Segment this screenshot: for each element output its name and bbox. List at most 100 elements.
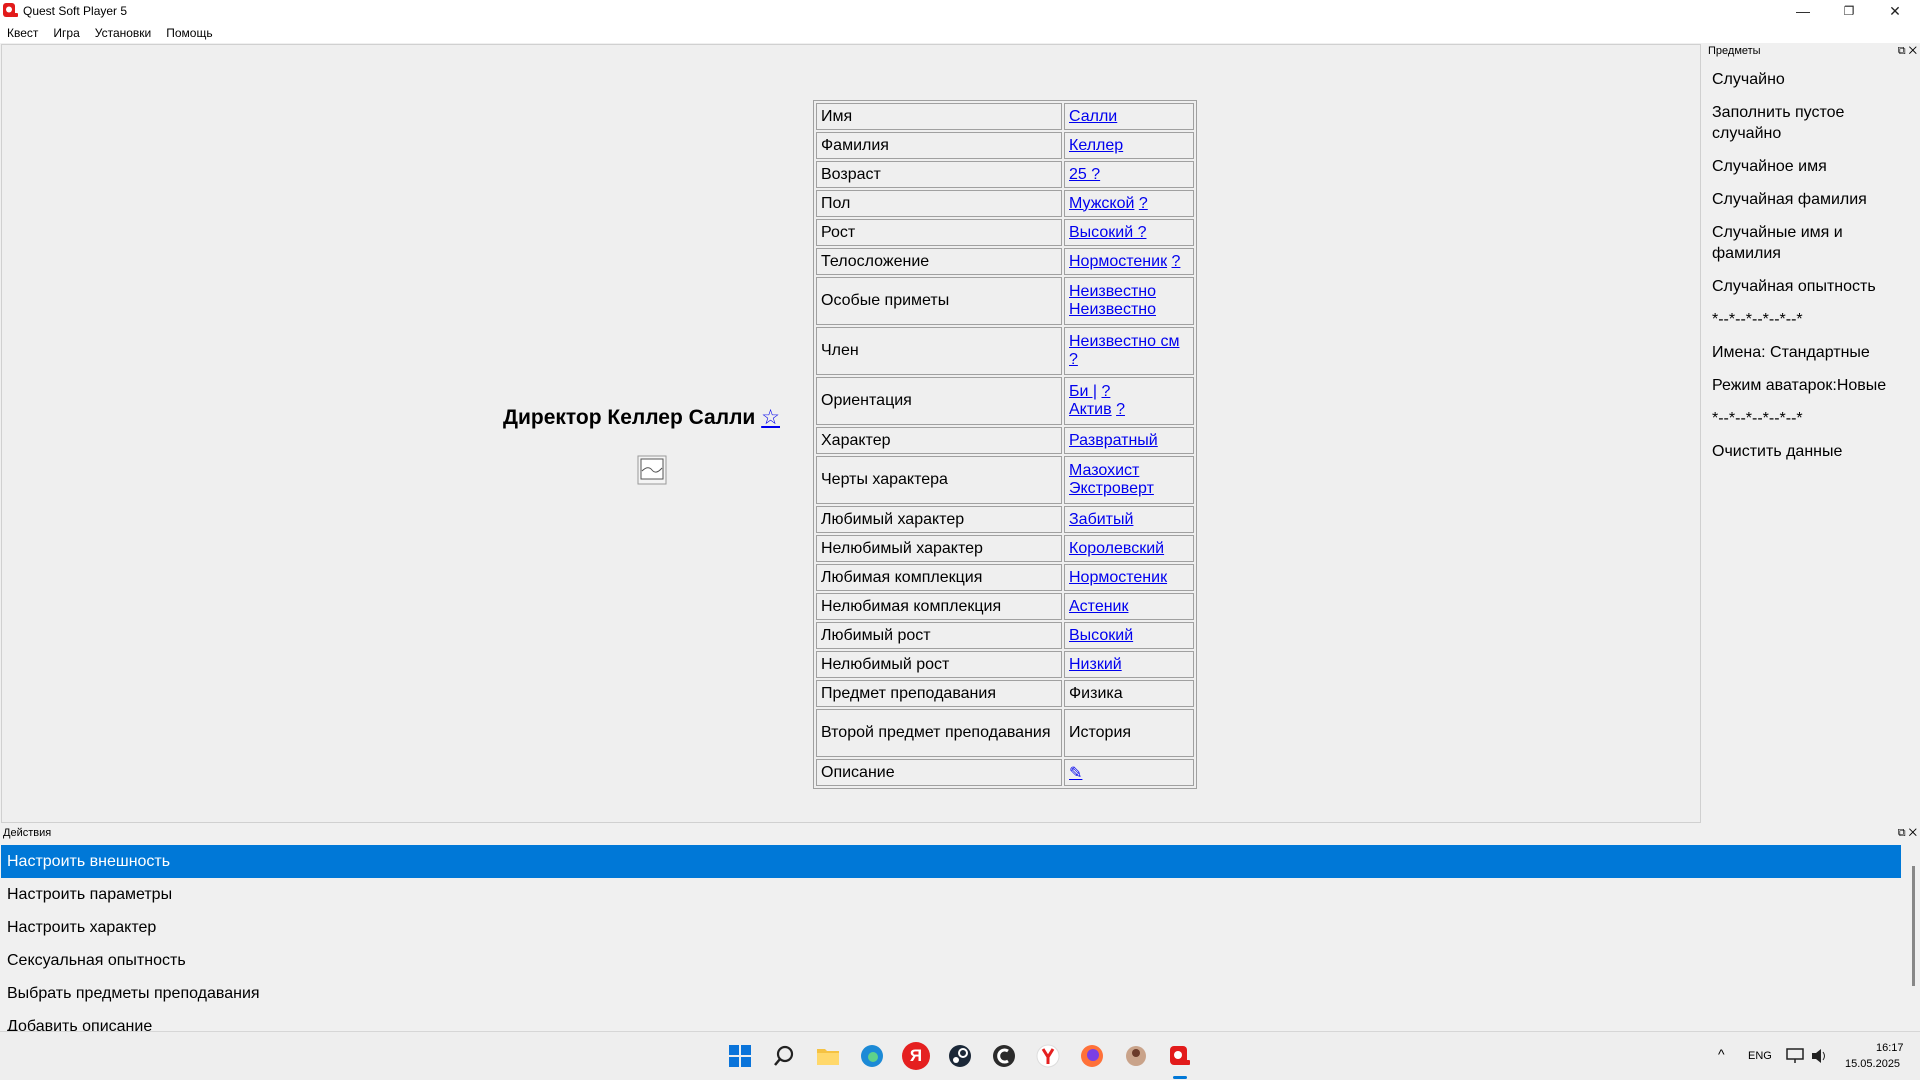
actions-list: Настроить внешность Настроить параметры … — [1, 845, 1901, 1031]
table-row: Черты характера Мазохист Экстроверт — [816, 456, 1194, 504]
favorite-star-link[interactable]: ☆ — [761, 406, 780, 429]
objects-panel-header: Предметы ⧉ ✕ — [1705, 44, 1920, 58]
character-name-text: Директор Келлер Салли — [503, 406, 756, 429]
attr-key: Возраст — [816, 161, 1062, 188]
attr-value-link[interactable]: Королевский — [1069, 540, 1164, 557]
attr-value2-link[interactable]: Актив — [1069, 401, 1112, 418]
network-icon[interactable] — [1784, 1045, 1806, 1067]
edge-browser-icon[interactable] — [858, 1042, 886, 1070]
attr-hint-link[interactable]: ? — [1069, 351, 1078, 368]
attr-value-text: Физика — [1064, 680, 1194, 707]
attr-value-link[interactable]: Неизвестно — [1069, 283, 1156, 300]
file-explorer-icon[interactable] — [814, 1042, 842, 1070]
attr-value-link[interactable]: Неизвестно см — [1069, 333, 1179, 350]
attr-value-link[interactable]: Салли — [1069, 108, 1117, 125]
avatar-placeholder-icon[interactable] — [637, 455, 667, 485]
attr-hint-link[interactable]: ? — [1139, 195, 1148, 212]
table-row: Член Неизвестно см? — [816, 327, 1194, 375]
attr-key: Любимая комплекция — [816, 564, 1062, 591]
attr-key: Черты характера — [816, 456, 1062, 504]
attr-value-link[interactable]: Высокий — [1069, 627, 1133, 644]
yandex-browser-icon[interactable] — [1034, 1042, 1062, 1070]
yandex-icon[interactable]: Я — [902, 1042, 930, 1070]
objects-panel: Предметы ⧉ ✕ Случайно Заполнить пустое с… — [1705, 44, 1920, 823]
float-panel-icon[interactable]: ⧉ — [1898, 45, 1906, 57]
action-item-parameters[interactable]: Настроить параметры — [1, 878, 1901, 911]
close-panel-icon[interactable]: ✕ — [1909, 45, 1917, 57]
attr-value-link[interactable]: Нормостеник — [1069, 253, 1167, 270]
attr-value-link[interactable]: Высокий ? — [1069, 224, 1146, 241]
edit-description-icon[interactable]: ✎ — [1069, 765, 1082, 782]
close-button[interactable]: ✕ — [1872, 0, 1918, 22]
close-panel-icon[interactable]: ✕ — [1909, 827, 1917, 839]
attr-value-link[interactable]: Низкий — [1069, 656, 1122, 673]
attr-hint-link[interactable]: ? — [1172, 253, 1181, 270]
attr-value-link[interactable]: Мазохист — [1069, 462, 1139, 479]
attr-value-link[interactable]: Нормостеник — [1069, 569, 1167, 586]
attr-value-link[interactable]: Мужской — [1069, 195, 1134, 212]
game-app-icon[interactable] — [1122, 1042, 1150, 1070]
ccleaner-icon[interactable] — [990, 1042, 1018, 1070]
menu-settings[interactable]: Установки — [95, 26, 151, 40]
attr-value-link[interactable]: Астеник — [1069, 598, 1129, 615]
title-bar: Quest Soft Player 5 — ❐ ✕ — [0, 0, 1920, 22]
attr-value2-link[interactable]: Экстроверт — [1069, 480, 1154, 497]
attr-hint2-link[interactable]: ? — [1116, 401, 1125, 418]
attr-key: Описание — [816, 759, 1062, 786]
attr-value-link[interactable]: Забитый — [1069, 511, 1133, 528]
object-item-avatar-mode[interactable]: Режим аватарок:Новые — [1712, 375, 1912, 396]
attr-key: Предмет преподавания — [816, 680, 1062, 707]
table-row: Нелюбимый характер Королевский — [816, 535, 1194, 562]
steam-icon[interactable] — [946, 1042, 974, 1070]
attr-value-link[interactable]: 25 ? — [1069, 166, 1100, 183]
menu-help[interactable]: Помощь — [166, 26, 212, 40]
tray-chevron-up-icon[interactable]: ^ — [1718, 1046, 1725, 1062]
attr-key: Любимый рост — [816, 622, 1062, 649]
object-item-random[interactable]: Случайно — [1712, 69, 1912, 90]
firefox-icon[interactable] — [1078, 1042, 1106, 1070]
object-item-separator[interactable]: *--*--*--*--*--* — [1712, 408, 1912, 429]
table-row: Рост Высокий ? — [816, 219, 1194, 246]
object-item-names-mode[interactable]: Имена: Стандартные — [1712, 342, 1912, 363]
float-panel-icon[interactable]: ⧉ — [1898, 827, 1906, 839]
attr-value2-link[interactable]: Неизвестно — [1069, 301, 1156, 318]
attr-hint-link[interactable]: ? — [1102, 383, 1111, 400]
table-row: Имя Салли — [816, 103, 1194, 130]
object-item-clear-data[interactable]: Очистить данные — [1712, 441, 1912, 462]
attr-key: Характер — [816, 427, 1062, 454]
menu-quest[interactable]: Квест — [7, 26, 38, 40]
action-item-sexual-experience[interactable]: Сексуальная опытность — [1, 944, 1901, 977]
menu-bar: Квест Игра Установки Помощь — [0, 22, 1920, 43]
attr-key: Любимый характер — [816, 506, 1062, 533]
clock-date[interactable]: 15.05.2025 — [1845, 1058, 1900, 1070]
quest-soft-player-icon[interactable] — [1166, 1042, 1194, 1070]
action-item-appearance[interactable]: Настроить внешность — [1, 845, 1901, 878]
table-row: Нелюбимая комплекция Астеник — [816, 593, 1194, 620]
object-item-random-fullname[interactable]: Случайные имя и фамилия — [1712, 222, 1912, 264]
attr-key: Фамилия — [816, 132, 1062, 159]
table-row: Любимая комплекция Нормостеник — [816, 564, 1194, 591]
action-item-teaching-subjects[interactable]: Выбрать предметы преподавания — [1, 977, 1901, 1010]
table-row: Телосложение Нормостеник ? — [816, 248, 1194, 275]
object-item-random-surname[interactable]: Случайная фамилия — [1712, 189, 1912, 210]
object-item-fill-empty[interactable]: Заполнить пустое случайно — [1712, 102, 1912, 144]
action-item-add-description[interactable]: Добавить описание — [1, 1010, 1901, 1031]
object-item-random-name[interactable]: Случайное имя — [1712, 156, 1912, 177]
app-logo-icon — [3, 3, 18, 17]
attr-value-link[interactable]: Развратный — [1069, 432, 1158, 449]
language-indicator[interactable]: ENG — [1748, 1050, 1772, 1062]
attr-value-text: История — [1064, 709, 1194, 757]
action-item-character[interactable]: Настроить характер — [1, 911, 1901, 944]
actions-scrollbar[interactable] — [1912, 866, 1915, 986]
object-item-random-experience[interactable]: Случайная опытность — [1712, 276, 1912, 297]
object-item-separator[interactable]: *--*--*--*--*--* — [1712, 309, 1912, 330]
attr-value-link[interactable]: Келлер — [1069, 137, 1123, 154]
minimize-button[interactable]: — — [1780, 0, 1826, 22]
search-icon[interactable] — [770, 1042, 798, 1070]
attr-value-link[interactable]: Би | — [1069, 383, 1097, 400]
windows-start-icon[interactable] — [726, 1042, 754, 1070]
menu-game[interactable]: Игра — [53, 26, 79, 40]
restore-button[interactable]: ❐ — [1826, 0, 1872, 22]
volume-icon[interactable] — [1808, 1045, 1830, 1067]
clock-time[interactable]: 16:17 — [1876, 1042, 1904, 1054]
